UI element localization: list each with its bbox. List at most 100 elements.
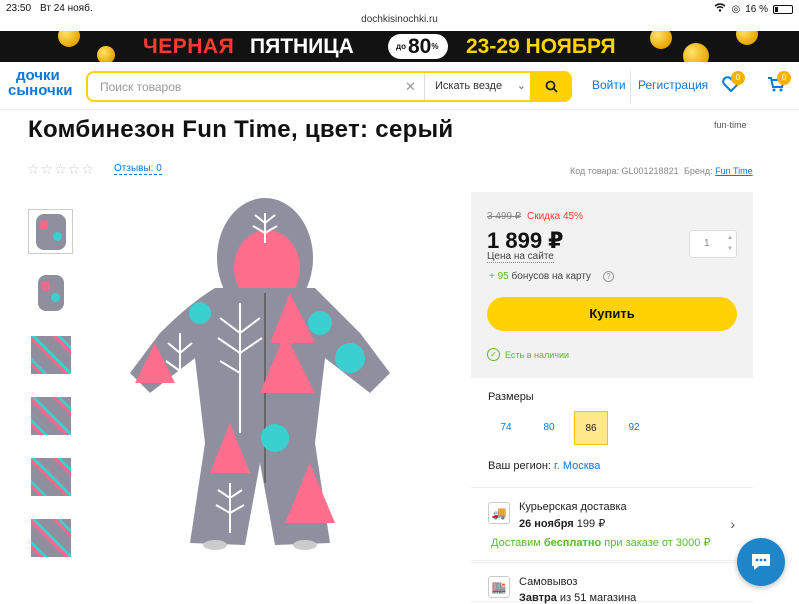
free-delivery-note: Доставим бесплатно при заказе от 3000 ₽ [491,536,710,549]
banner-black: ЧЕРНАЯ [143,35,235,58]
brand-info: Бренд: Fun Time [684,166,753,176]
product-code: Код товара: GL001218821 [570,166,679,176]
favorites-badge: 0 [731,71,745,85]
badge-value: 80 [407,34,432,58]
thumbnail-image [30,396,71,435]
quantity-stepper[interactable]: 1 ▲ ▼ [689,230,737,258]
courier-date: 26 ноября 199 ₽ [519,517,605,530]
chevron-down-icon[interactable]: ▼ [727,246,733,252]
on-site-price-note: Цена на сайте [487,251,554,263]
old-price: 3 499 ₽ [487,211,522,222]
search-scope-select[interactable]: Искать везде ⌄ [424,73,534,100]
size-option-92[interactable]: 92 [617,411,651,445]
search-scope-label: Искать везде [435,80,503,92]
check-icon: ✓ [487,348,500,361]
discount-label: Скидка 45% [527,211,583,222]
search-input[interactable]: Поиск товаров [100,80,181,94]
login-link[interactable]: Войти [592,78,626,92]
buy-button[interactable]: Купить [487,297,737,331]
brand-logo[interactable]: fun·time [714,120,747,130]
chat-icon [752,554,770,570]
thumbnail[interactable] [28,454,73,499]
brand-link[interactable]: Fun Time [715,166,753,176]
banner-friday: ПЯТНИЦА [250,35,354,58]
thumbnail-image [30,457,71,496]
rating-stars[interactable]: ☆☆☆☆☆ [27,161,95,178]
courier-delivery[interactable]: 🚚 Курьерская доставка 26 ноября 199 ₽ До… [471,487,753,561]
browser-url[interactable]: dochkisinochki.ru [0,14,799,25]
chevron-down-icon: ⌄ [516,80,526,92]
thumbnail-image [37,274,64,311]
coin-icon [683,43,709,62]
banner-dates: 23-29 НОЯБРЯ [466,35,616,58]
region-link[interactable]: г. Москва [554,460,600,472]
stock-status: ✓ Есть в наличии [487,348,569,361]
size-option-86[interactable]: 86 [574,411,608,445]
store-icon: 🏬 [488,576,510,598]
coin-icon [650,31,672,49]
banner-discount-badge: до 80 % [388,34,449,59]
badge-prefix: до [396,42,406,51]
purchase-panel: 3 499 ₽ Скидка 45% 1 899 ₽ Цена на сайте… [471,192,753,378]
thumbnail[interactable] [28,270,73,315]
coin-icon [97,46,115,62]
courier-title: Курьерская доставка [519,501,627,513]
sizes-label: Размеры [488,391,534,403]
pickup-rest: из 51 магазина [559,592,637,604]
search-icon [545,80,558,93]
bonus-info: + 95 бонусов на карту [489,271,591,282]
pickup-title: Самовывоз [519,576,578,588]
thumbnail-image [30,518,71,557]
chevron-up-icon[interactable]: ▲ [727,235,733,241]
logo-line2: сыночки [8,82,73,99]
quantity-value[interactable]: 1 [704,238,710,249]
thumbnail-image [30,335,71,374]
status-time: 23:50 [6,3,32,14]
thumbnail[interactable] [28,515,73,560]
free-word: бесплатно [543,537,602,549]
chat-button[interactable] [737,538,785,586]
pickup-delivery[interactable]: 🏬 Самовывоз Завтра из 51 магазина [471,562,753,604]
thumbnail[interactable] [28,393,73,438]
reviews-link[interactable]: Отзывы: 0 [114,163,162,175]
size-option-80[interactable]: 80 [532,411,566,445]
thumbnail-image [35,213,66,250]
register-link[interactable]: Регистрация [638,78,708,92]
badge-suffix: % [431,42,439,51]
courier-price: 199 ₽ [576,518,606,530]
size-option-74[interactable]: 74 [489,411,523,445]
bonus-text: бонусов на карту [511,271,592,282]
status-date: Вт 24 нояб. [40,3,93,14]
stock-label: Есть в наличии [505,349,569,360]
thumbnail[interactable] [28,209,73,254]
clear-icon[interactable]: ✕ [405,79,416,95]
page-title: Комбинезон Fun Time, цвет: серый [28,116,454,143]
site-logo[interactable]: дочки сыночки [8,68,80,98]
search-button[interactable] [530,71,572,102]
promo-banner[interactable]: ЧЕРНАЯ ПЯТНИЦА до 80 % 23-29 НОЯБРЯ [0,31,799,62]
pickup-date: Завтра из 51 магазина [519,592,636,604]
header-divider-line [0,109,799,110]
header-divider [630,70,631,104]
product-image[interactable] [120,193,410,563]
brand-label: Бренд: [684,166,713,176]
free-suffix: при заказе от 3000 ₽ [604,537,711,549]
free-prefix: Доставим [491,537,541,549]
search-bar[interactable]: Поиск товаров ✕ Искать везде ⌄ [86,71,572,102]
question-icon[interactable]: ? [603,271,614,282]
bonus-value: + 95 [489,271,509,282]
courier-date-value: 26 ноября [519,518,574,530]
logo-line1: дочки [16,67,60,84]
coin-icon [58,31,80,47]
battery-icon [773,4,793,14]
coin-icon [736,31,758,45]
cart-badge: 0 [777,71,791,85]
battery-percent: 16 % [745,3,768,15]
truck-icon: 🚚 [488,502,510,524]
pickup-date-value: Завтра [519,592,557,604]
location-icon: ◎ [731,3,741,15]
region-selector: Ваш регион: г. Москва [488,460,600,472]
chevron-right-icon[interactable]: › [730,516,735,532]
region-label: Ваш регион: [488,460,551,472]
thumbnail[interactable] [28,332,73,377]
